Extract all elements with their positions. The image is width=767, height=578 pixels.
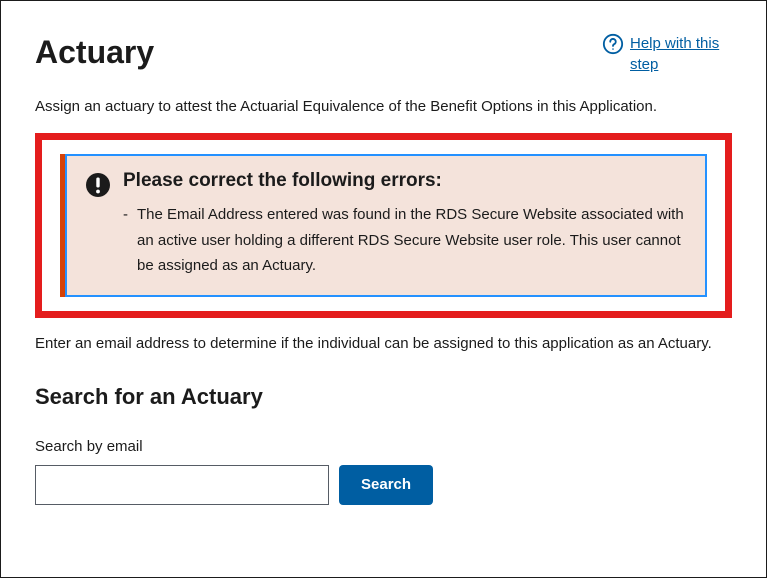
search-heading: Search for an Actuary [35,384,732,410]
instruction-text: Enter an email address to determine if t… [35,332,732,356]
help-icon [602,33,624,55]
search-button[interactable]: Search [339,465,433,505]
alert-error-list: The Email Address entered was found in t… [123,202,687,279]
intro-text: Assign an actuary to attest the Actuaria… [35,95,732,119]
alert-content: Please correct the following errors: The… [123,170,687,279]
page-title: Actuary [35,33,154,71]
page-container: Actuary Help with this step Assign an ac… [0,0,767,578]
alert-heading: Please correct the following errors: [123,170,687,192]
error-icon [85,172,111,198]
help-link[interactable]: Help with this step [602,33,732,75]
help-link-label: Help with this step [630,33,732,75]
search-label: Search by email [35,438,732,455]
error-alert: Please correct the following errors: The… [60,154,707,297]
search-input[interactable] [35,465,329,505]
error-highlight-frame: Please correct the following errors: The… [35,133,732,318]
header-row: Actuary Help with this step [35,33,732,75]
alert-error-item: The Email Address entered was found in t… [123,202,687,279]
search-row: Search [35,465,732,505]
